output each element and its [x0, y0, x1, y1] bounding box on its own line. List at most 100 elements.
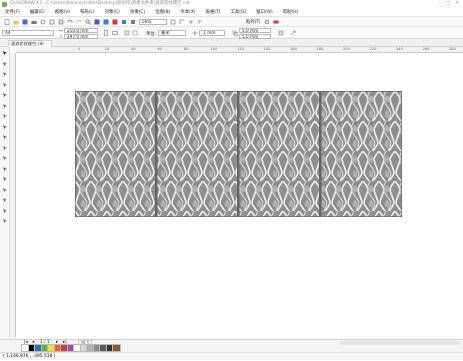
snap-to-dropdown[interactable]: 贴齐(T)	[246, 19, 261, 25]
duplicate-distance-icon	[232, 30, 238, 36]
options-gear-icon[interactable]	[264, 19, 270, 25]
menu-item-1[interactable]: 编辑(E)	[25, 9, 50, 15]
page-size-select[interactable]: A4	[2, 30, 54, 36]
ruler-tick-label: 180	[316, 47, 324, 51]
full-screen-icon[interactable]	[170, 19, 176, 25]
grid-icon[interactable]	[188, 19, 194, 25]
ruler-tick-label: 160	[290, 47, 297, 51]
ruler-tick-label: 260	[422, 47, 430, 51]
wave-pattern-artwork[interactable]	[75, 91, 402, 217]
units-label: 单位:	[146, 32, 157, 37]
window-title: CorelDRAW X7 - C:\Users\Administrator\De…	[10, 1, 190, 6]
menu-item-11[interactable]: 帮助(H)	[278, 9, 304, 15]
drawing-canvas[interactable]	[17, 53, 463, 338]
welcome-screen-icon[interactable]	[130, 19, 136, 25]
smart-fill-icon[interactable]	[2, 218, 8, 224]
property-bar: A4 210.0 mm 297.0 mm 单位: 毫米 .1 mm 5.0 mm…	[0, 26, 463, 39]
publish-pdf-icon[interactable]	[112, 19, 118, 25]
landscape-icon[interactable]	[112, 30, 118, 36]
ruler-tick-label: 200	[343, 47, 350, 51]
menu-item-0[interactable]: 文件(F)	[0, 9, 25, 15]
drop-shadow-icon[interactable]	[2, 176, 8, 182]
app-launcher-icon[interactable]	[121, 19, 127, 25]
menu-item-9[interactable]: 工具(O)	[226, 9, 252, 15]
title-bar: CorelDRAW X7 - C:\Users\Administrator\De…	[0, 0, 463, 8]
copy-icon[interactable]	[49, 19, 55, 25]
menu-item-8[interactable]: 表格(T)	[201, 9, 226, 15]
paste-icon[interactable]	[58, 19, 64, 25]
pick-tool-icon[interactable]	[2, 50, 8, 56]
zoom-tool-icon[interactable]	[2, 82, 8, 88]
ruler-tick-label: 60	[157, 47, 163, 51]
import-icon[interactable]	[94, 19, 100, 25]
menu-bar: 文件(F) 编辑(E) 视图(V) 布局(L) 对象(C) 效果(C) 位图(B) 文本(X)…	[0, 8, 463, 16]
connector-tool-icon[interactable]	[2, 166, 8, 172]
menu-item-10[interactable]: 窗口(W)	[251, 9, 278, 15]
crop-tool-icon[interactable]	[2, 71, 8, 77]
cursor-coordinates: ( 1,146.876 , -395.518 )	[3, 354, 56, 359]
ruler-tick-label: 40	[131, 47, 136, 51]
transparency-icon[interactable]	[2, 187, 8, 193]
ruler-tick-label: 0	[78, 47, 81, 51]
ruler-tick-label: 80	[184, 47, 189, 51]
treat-as-filled-icon[interactable]	[278, 30, 284, 36]
maximize-button[interactable]: □	[446, 0, 450, 8]
palette-swatch[interactable]	[112, 344, 121, 352]
toolbox	[0, 47, 10, 339]
save-icon[interactable]	[22, 19, 28, 25]
current-page-icon[interactable]	[132, 30, 138, 36]
document-tab-label: 波浪花纹镂空.cdr	[11, 41, 45, 46]
ruler-tick-label: 240	[396, 47, 403, 51]
menu-item-6[interactable]: 位图(B)	[150, 9, 175, 15]
document-tab[interactable]: 波浪花纹镂空.cdr	[8, 40, 52, 47]
vertical-ruler[interactable]	[10, 53, 16, 338]
export-icon[interactable]	[103, 19, 109, 25]
ruler-tick-label: 20	[104, 47, 110, 51]
parallel-dimension-icon[interactable]	[2, 155, 8, 161]
search-icon[interactable]	[85, 19, 91, 25]
eyedropper-icon[interactable]	[2, 197, 8, 203]
duplicate-y-field[interactable]: 5.0 mm	[239, 33, 271, 39]
shape-tool-icon[interactable]	[2, 61, 8, 67]
portrait-icon[interactable]	[103, 30, 109, 36]
print-icon[interactable]	[31, 19, 37, 25]
options-icon[interactable]	[290, 30, 296, 36]
ruler-tick-label: 280	[449, 47, 456, 51]
zoom-level-select[interactable]: 56%	[139, 18, 167, 25]
menu-item-5[interactable]: 效果(C)	[125, 9, 150, 15]
horizontal-scrollbar[interactable]	[340, 341, 460, 345]
ruler-tick-label: 100	[210, 47, 218, 51]
menu-item-2[interactable]: 视图(V)	[50, 9, 75, 15]
app-logo-icon	[2, 1, 7, 7]
minimize-button[interactable]: –	[439, 0, 441, 8]
guidelines-icon[interactable]	[197, 19, 203, 25]
standard-toolbar: 56% 贴齐(T)	[0, 16, 463, 26]
nudge-icon	[192, 30, 198, 36]
undo-icon[interactable]	[67, 19, 73, 25]
page-width-field[interactable]: 210.0 mm	[64, 28, 98, 33]
units-select[interactable]: 毫米	[158, 30, 186, 36]
ruler-tick-label: 220	[369, 47, 377, 51]
polygon-tool-icon[interactable]	[2, 134, 8, 140]
customize-toolbar-icon[interactable]	[273, 19, 279, 25]
ellipse-tool-icon[interactable]	[2, 124, 8, 130]
duplicate-x-field[interactable]: 5.0 mm	[239, 28, 271, 33]
rectangle-tool-icon[interactable]	[2, 113, 8, 119]
menu-item-3[interactable]: 布局(L)	[75, 9, 100, 15]
freehand-tool-icon[interactable]	[2, 92, 8, 98]
cut-icon[interactable]	[40, 19, 46, 25]
document-tab-bar: 波浪花纹镂空.cdr	[0, 39, 463, 47]
rulers-icon[interactable]	[179, 19, 185, 25]
artistic-media-icon[interactable]	[2, 103, 8, 109]
text-tool-icon[interactable]	[2, 145, 8, 151]
new-document-icon[interactable]	[4, 18, 10, 25]
close-button[interactable]: ✕	[455, 0, 459, 8]
menu-item-7[interactable]: 文本(X)	[175, 9, 200, 15]
all-pages-icon[interactable]	[124, 30, 130, 36]
interactive-fill-icon[interactable]	[2, 208, 8, 214]
redo-icon[interactable]	[76, 19, 82, 25]
open-folder-icon[interactable]	[13, 19, 19, 25]
page-height-field[interactable]: 297.0 mm	[64, 33, 98, 39]
nudge-distance-field[interactable]: .1 mm	[199, 30, 225, 36]
menu-item-4[interactable]: 对象(C)	[100, 9, 125, 15]
